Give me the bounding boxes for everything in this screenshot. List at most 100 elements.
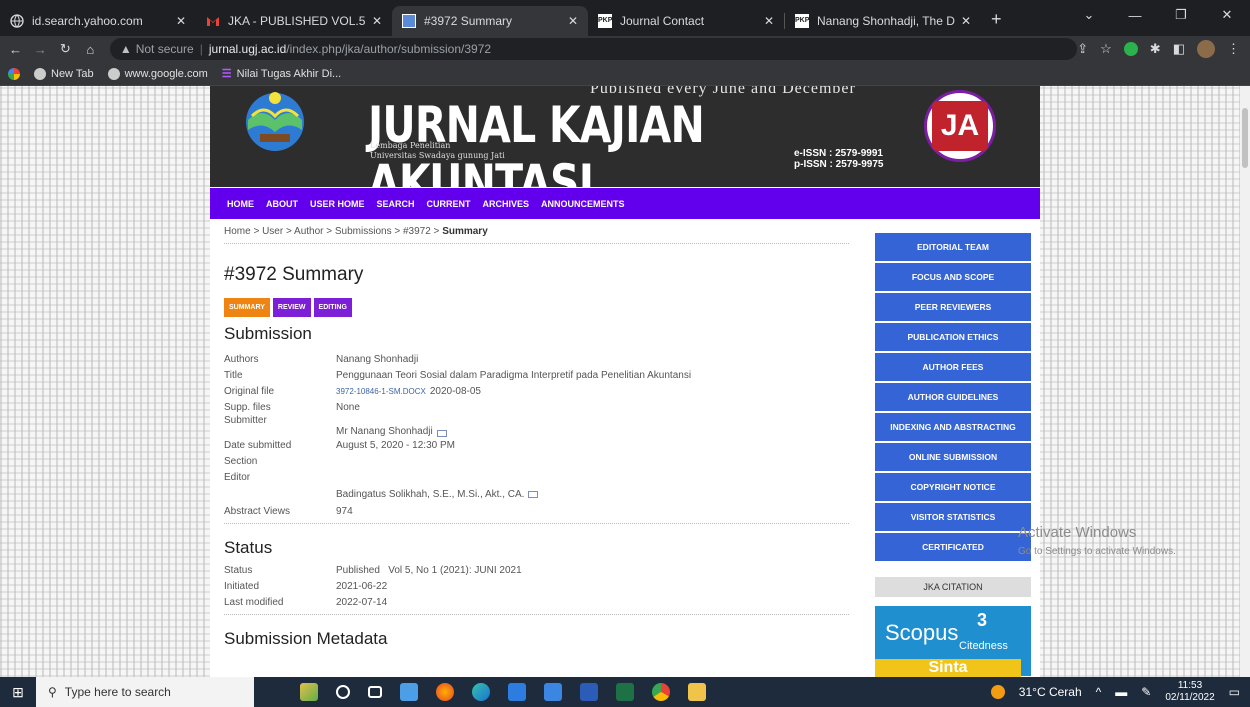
tab-jka-published[interactable]: JKA - PUBLISHED VOL.5 NO.1 JU ✕ <box>196 6 392 36</box>
tab-summary[interactable]: #3972 Summary ✕ <box>392 6 588 36</box>
apps-icon[interactable] <box>8 67 20 80</box>
forward-icon[interactable]: → <box>31 42 50 57</box>
status-value: Published Vol 5, No 1 (2021): JUNI 2021 <box>336 564 522 576</box>
email-icon[interactable] <box>436 430 447 437</box>
views-value: 974 <box>336 505 353 517</box>
nav-current[interactable]: CURRENT <box>427 199 471 209</box>
share-icon[interactable]: ⇪ <box>1077 41 1088 57</box>
sidebar-peer-reviewers[interactable]: PEER REVIEWERS <box>875 293 1031 321</box>
field-label: Editor <box>224 471 251 483</box>
sidebar-indexing[interactable]: INDEXING AND ABSTRACTING <box>875 413 1031 441</box>
sidebar-author-fees[interactable]: AUTHOR FEES <box>875 353 1031 381</box>
menu-icon[interactable]: ⋮ <box>1227 41 1240 57</box>
notification-icon[interactable]: ▭ <box>1229 685 1240 699</box>
security-label: Not secure <box>135 42 194 56</box>
address-bar[interactable]: ▲ Not secure | jurnal.ugj.ac.id /index.p… <box>109 38 1078 60</box>
home-icon[interactable]: ⌂ <box>81 42 100 57</box>
file-explorer-icon[interactable] <box>688 683 706 701</box>
bookmark-label: Nilai Tugas Akhir Di... <box>236 67 342 80</box>
tab-review[interactable]: REVIEW <box>272 298 311 317</box>
minimize-icon[interactable]: — <box>1112 8 1158 23</box>
warning-icon[interactable]: ▲ <box>120 42 132 56</box>
weather-icon[interactable] <box>990 685 1005 699</box>
tab-nanang[interactable]: PKP Nanang Shonhadji, The Determin ✕ <box>785 6 981 36</box>
task-view-icon[interactable] <box>368 686 382 698</box>
game-app-icon[interactable] <box>300 683 318 701</box>
tab-yahoo[interactable]: id.search.yahoo.com ✕ <box>0 6 196 36</box>
original-file-link[interactable]: 3972-10846-1-SM.DOCX <box>336 387 426 396</box>
sidebar-certificated[interactable]: CERTIFICATED <box>875 533 1031 561</box>
chevron-up-icon[interactable]: ^ <box>1096 685 1102 699</box>
firefox-icon[interactable] <box>436 683 454 701</box>
taskbar-search[interactable]: ⚲ Type here to search <box>36 677 254 707</box>
nav-home[interactable]: HOME <box>227 199 254 209</box>
scopus-badge[interactable]: Scopus 3 Citedness Sinta <box>875 606 1031 677</box>
chrome-icon[interactable] <box>652 683 670 701</box>
store-icon[interactable] <box>544 683 562 701</box>
sidebar-online-submission[interactable]: ONLINE SUBMISSION <box>875 443 1031 471</box>
close-icon[interactable]: ✕ <box>372 14 382 28</box>
close-window-icon[interactable]: ✕ <box>1204 7 1250 23</box>
mail-icon[interactable] <box>508 683 526 701</box>
word-icon[interactable] <box>580 683 598 701</box>
star-icon[interactable]: ☆ <box>1100 41 1112 57</box>
search-icon: ⚲ <box>48 685 57 699</box>
sidebar-focus-scope[interactable]: FOCUS AND SCOPE <box>875 263 1031 291</box>
tab-journal-contact[interactable]: PKP Journal Contact ✕ <box>588 6 784 36</box>
close-icon[interactable]: ✕ <box>764 14 774 28</box>
breadcrumb: Home > User > Author > Submissions > #39… <box>224 226 849 244</box>
submitter-value: Mr Nanang Shonhadji <box>336 426 433 437</box>
system-tray: 31°C Cerah ^ ▬ ✎ 11:53 02/11/2022 ▭ <box>990 680 1250 704</box>
browser-toolbar: ← → ↻ ⌂ ▲ Not secure | jurnal.ugj.ac.id … <box>0 36 1250 62</box>
scrollbar-thumb[interactable] <box>1242 108 1248 168</box>
reload-icon[interactable]: ↻ <box>56 41 75 57</box>
page-scrollbar[interactable] <box>1240 86 1250 677</box>
nav-search[interactable]: SEARCH <box>377 199 415 209</box>
sidebar-editorial-team[interactable]: EDITORIAL TEAM <box>875 233 1031 261</box>
battery-icon[interactable]: ▬ <box>1115 685 1127 699</box>
university-logo <box>240 90 310 152</box>
tab-editing[interactable]: EDITING <box>313 298 352 317</box>
extensions-icon[interactable]: ✱ <box>1150 41 1161 57</box>
close-icon[interactable]: ✕ <box>176 14 186 28</box>
close-icon[interactable]: ✕ <box>961 14 971 28</box>
eissn: e-ISSN : 2579-9991 <box>794 148 883 159</box>
grammarly-icon[interactable] <box>1123 42 1138 56</box>
weather-text[interactable]: 31°C Cerah <box>1019 685 1082 699</box>
sidebar-author-guidelines[interactable]: AUTHOR GUIDELINES <box>875 383 1031 411</box>
maximize-icon[interactable]: ❐ <box>1158 7 1204 23</box>
app-icon[interactable] <box>400 683 418 701</box>
sidepanel-icon[interactable]: ◧ <box>1173 41 1185 57</box>
date: 02/11/2022 <box>1165 692 1215 703</box>
excel-icon[interactable] <box>616 683 634 701</box>
nav-user-home[interactable]: USER HOME <box>310 199 365 209</box>
new-tab-button[interactable]: + <box>991 9 1002 30</box>
window-controls: ⌄ — ❐ ✕ <box>1066 0 1250 30</box>
pen-icon[interactable]: ✎ <box>1141 685 1151 699</box>
nav-announcements[interactable]: ANNOUNCEMENTS <box>541 199 625 209</box>
nav-about[interactable]: ABOUT <box>266 199 298 209</box>
tab-search-icon[interactable]: ⌄ <box>1066 7 1112 23</box>
tab-summary[interactable]: SUMMARY <box>224 298 270 317</box>
windows-start-icon[interactable]: ⊞ <box>0 684 36 701</box>
main-nav: HOME ABOUT USER HOME SEARCH CURRENT ARCH… <box>210 188 1040 219</box>
breadcrumb-current[interactable]: Summary <box>442 226 488 237</box>
profile-avatar[interactable] <box>1197 40 1215 58</box>
edge-icon[interactable] <box>472 683 490 701</box>
sidebar-copyright[interactable]: COPYRIGHT NOTICE <box>875 473 1031 501</box>
sidebar-publication-ethics[interactable]: PUBLICATION ETHICS <box>875 323 1031 351</box>
nav-archives[interactable]: ARCHIVES <box>483 199 530 209</box>
cortana-icon[interactable] <box>336 685 350 699</box>
bookmark-google[interactable]: www.google.com <box>107 67 208 80</box>
bookmark-new-tab[interactable]: New Tab <box>34 67 94 80</box>
journal-logo: JA <box>924 90 996 162</box>
back-icon[interactable]: ← <box>6 42 25 57</box>
sinta-badge[interactable]: Sinta <box>875 659 1021 677</box>
bookmark-nilai[interactable]: ☰ Nilai Tugas Akhir Di... <box>222 67 342 81</box>
close-icon[interactable]: ✕ <box>568 14 578 28</box>
sidebar-visitor-stats[interactable]: VISITOR STATISTICS <box>875 503 1031 531</box>
file-date: 2020-08-05 <box>429 385 481 397</box>
email-icon[interactable] <box>528 490 539 498</box>
breadcrumb-path[interactable]: Home > User > Author > Submissions > #39… <box>224 226 442 237</box>
clock[interactable]: 11:53 02/11/2022 <box>1165 680 1214 704</box>
